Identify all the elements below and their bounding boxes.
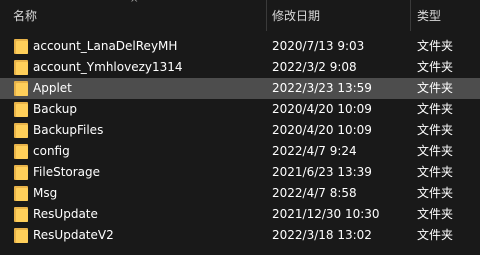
- list-item[interactable]: account_LanaDelReyMH 2020/7/13 9:03 文件夹: [0, 36, 480, 57]
- file-type: 文件夹: [417, 165, 454, 179]
- file-date: 2021/12/30 10:30: [272, 207, 380, 221]
- file-type: 文件夹: [417, 123, 454, 137]
- file-date: 2021/6/23 13:39: [272, 165, 372, 179]
- list-item-selected[interactable]: Applet 2022/3/23 13:59 文件夹: [0, 78, 480, 99]
- folder-icon: [14, 123, 28, 138]
- folder-icon: [14, 186, 28, 201]
- file-type: 文件夹: [417, 60, 454, 74]
- list-item[interactable]: ResUpdateV2 2022/3/18 13:02 文件夹: [0, 225, 480, 246]
- file-type: 文件夹: [417, 39, 454, 53]
- file-type: 文件夹: [417, 186, 454, 200]
- file-name: account_Ymhlovezy1314: [33, 60, 183, 74]
- file-type: 文件夹: [417, 207, 454, 221]
- folder-icon: [14, 39, 28, 54]
- file-date: 2022/3/23 13:59: [272, 81, 372, 95]
- column-divider[interactable]: [410, 0, 411, 31]
- file-name: Backup: [33, 102, 77, 116]
- list-item[interactable]: FileStorage 2021/6/23 13:39 文件夹: [0, 162, 480, 183]
- file-type: 文件夹: [417, 228, 454, 242]
- file-name: Applet: [33, 81, 72, 95]
- folder-icon: [14, 60, 28, 75]
- folder-icon: [14, 165, 28, 180]
- column-header-date-modified[interactable]: 修改日期: [272, 0, 320, 31]
- file-name: account_LanaDelReyMH: [33, 39, 178, 53]
- file-name: config: [33, 144, 70, 158]
- file-type: 文件夹: [417, 144, 454, 158]
- list-item[interactable]: config 2022/4/7 9:24 文件夹: [0, 141, 480, 162]
- file-type: 文件夹: [417, 102, 454, 116]
- file-date: 2020/4/20 10:09: [272, 123, 372, 137]
- column-header-bar: ^ 名称 修改日期 类型: [0, 0, 480, 31]
- folder-icon: [14, 207, 28, 222]
- column-header-name[interactable]: 名称: [13, 0, 37, 31]
- list-item[interactable]: BackupFiles 2020/4/20 10:09 文件夹: [0, 120, 480, 141]
- folder-icon: [14, 102, 28, 117]
- file-type: 文件夹: [417, 81, 454, 95]
- file-name: ResUpdate: [33, 207, 98, 221]
- file-name: BackupFiles: [33, 123, 104, 137]
- list-item[interactable]: Msg 2022/4/7 8:58 文件夹: [0, 183, 480, 204]
- file-date: 2022/3/18 13:02: [272, 228, 372, 242]
- file-name: Msg: [33, 186, 58, 200]
- file-date: 2022/3/2 9:08: [272, 60, 357, 74]
- list-item[interactable]: ResUpdate 2021/12/30 10:30 文件夹: [0, 204, 480, 225]
- file-date: 2020/7/13 9:03: [272, 39, 365, 53]
- file-date: 2022/4/7 8:58: [272, 186, 357, 200]
- folder-icon: [14, 144, 28, 159]
- folder-icon: [14, 228, 28, 243]
- file-date: 2020/4/20 10:09: [272, 102, 372, 116]
- list-item[interactable]: Backup 2020/4/20 10:09 文件夹: [0, 99, 480, 120]
- column-divider[interactable]: [266, 0, 267, 31]
- column-header-type[interactable]: 类型: [417, 0, 441, 31]
- folder-icon: [14, 81, 28, 96]
- list-item[interactable]: account_Ymhlovezy1314 2022/3/2 9:08 文件夹: [0, 57, 480, 78]
- sort-ascending-icon[interactable]: ^: [130, 0, 138, 9]
- file-date: 2022/4/7 9:24: [272, 144, 357, 158]
- file-name: ResUpdateV2: [33, 228, 114, 242]
- file-name: FileStorage: [33, 165, 101, 179]
